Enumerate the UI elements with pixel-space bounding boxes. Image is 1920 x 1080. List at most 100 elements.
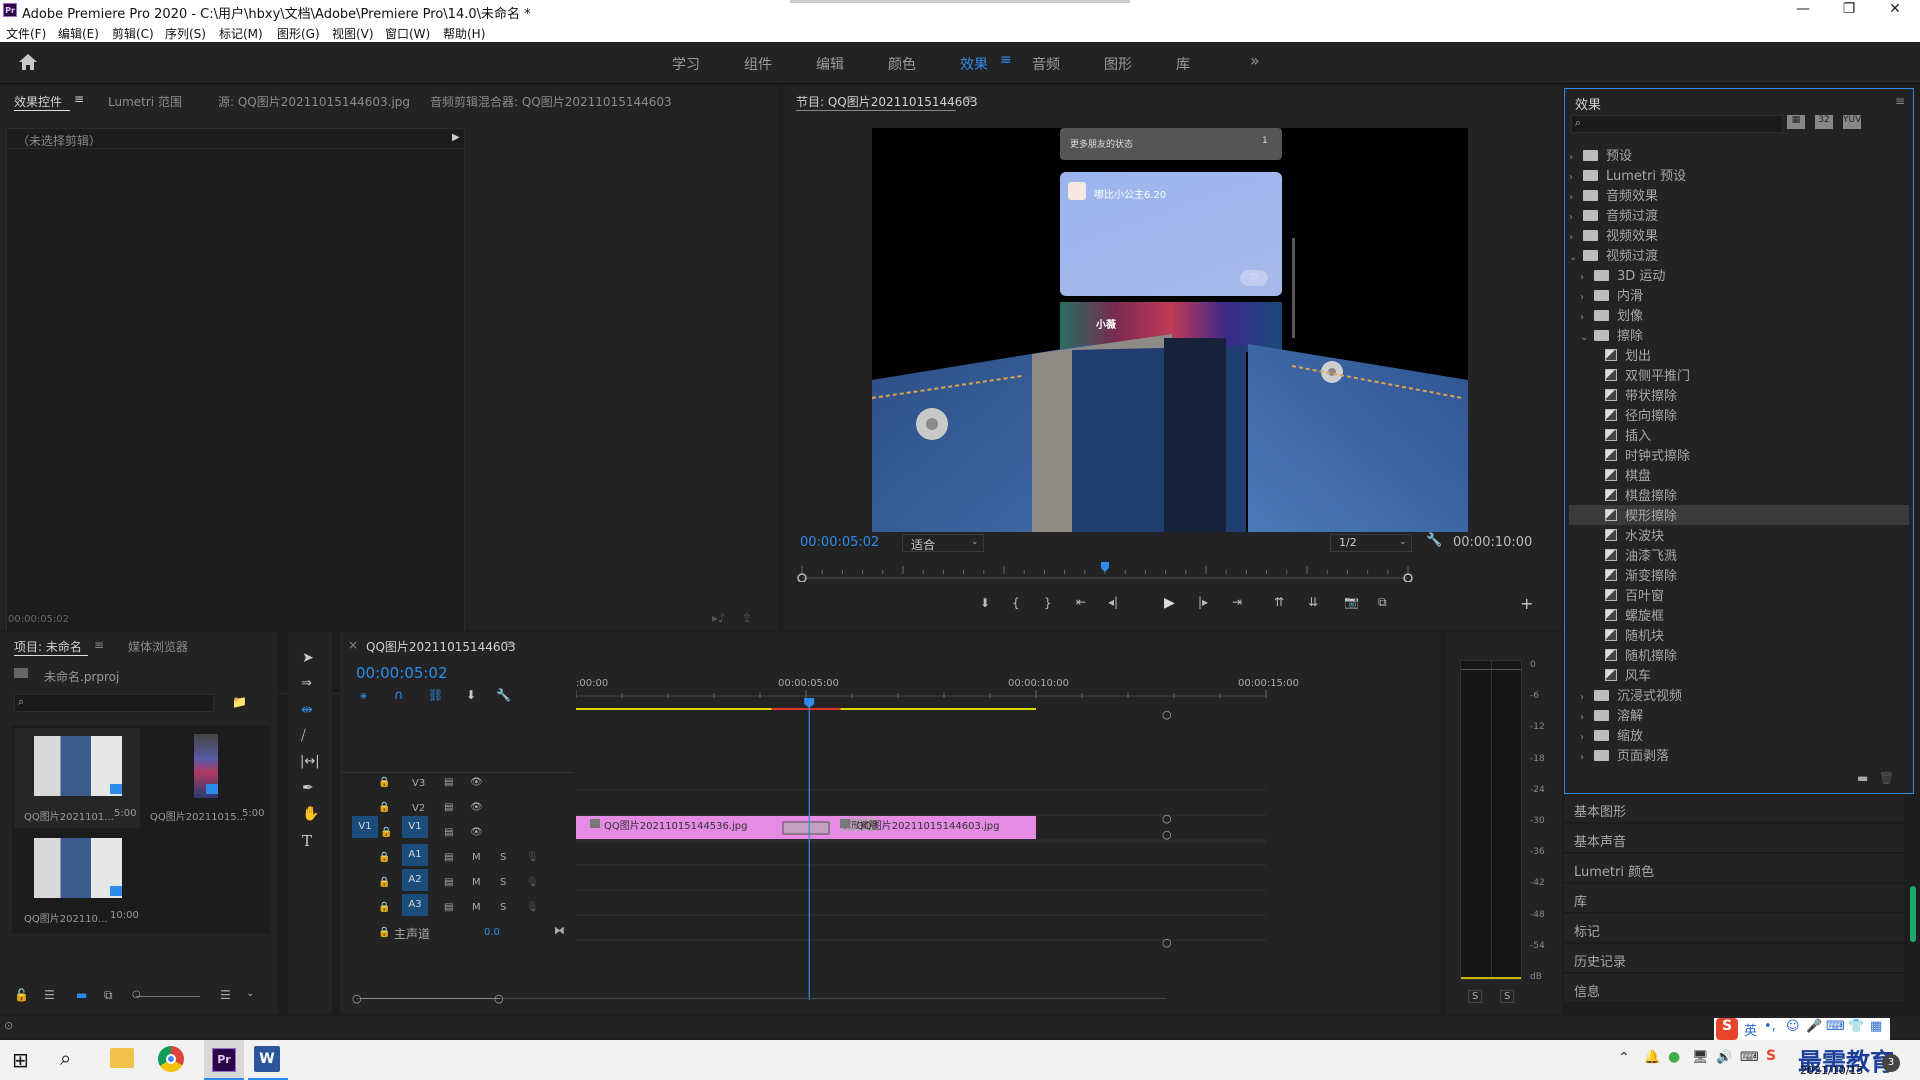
workspace-tab-libraries[interactable]: 库 <box>1176 54 1190 74</box>
project-item[interactable]: QQ图片202110... 10:00 <box>14 830 140 930</box>
toggle-output-eye-icon[interactable]: 👁 <box>470 802 483 813</box>
menu-marker[interactable]: 标记(M) <box>219 25 263 42</box>
tray-security-icon[interactable]: ● <box>1668 1049 1680 1065</box>
project-menu-icon[interactable]: ≡ <box>94 638 104 652</box>
accelerated-effects-icon[interactable]: ▦ <box>1787 115 1805 129</box>
lock-icon[interactable]: 🔒 <box>378 877 390 888</box>
effect-folder[interactable]: › 溶解 <box>1569 705 1909 725</box>
effect-item[interactable]: 棋盘 <box>1569 465 1909 485</box>
menu-view[interactable]: 视图(V) <box>332 25 374 42</box>
collapsed-panel-header[interactable]: 历史记录 <box>1564 944 1904 973</box>
sync-lock-icon[interactable]: ▤ <box>444 852 453 863</box>
lock-icon[interactable]: 🔒 <box>378 927 390 938</box>
premiere-taskbar-button[interactable]: Pr <box>204 1040 244 1080</box>
ripple-edit-tool-icon[interactable]: ⇹ <box>301 702 313 718</box>
effect-folder[interactable]: › 3D 运动 <box>1569 265 1909 285</box>
chevron-right-icon[interactable]: › <box>1569 192 1583 203</box>
type-tool-icon[interactable]: T <box>302 832 312 850</box>
workspace-tab-color[interactable]: 颜色 <box>888 54 916 74</box>
ime-language[interactable]: 英 <box>1744 1020 1757 1039</box>
project-item[interactable]: QQ图片20211015... 5:00 <box>142 728 268 828</box>
nest-icon[interactable]: ⚹ <box>360 688 367 703</box>
collapsed-panel-header[interactable]: 基本图形 <box>1564 794 1904 823</box>
effect-item[interactable]: 带状擦除 <box>1569 385 1909 405</box>
effect-item[interactable]: 油漆飞溅 <box>1569 545 1909 565</box>
mute-button[interactable]: M <box>472 877 481 888</box>
32bit-effects-icon[interactable]: 32 <box>1815 115 1833 129</box>
new-bin-icon[interactable]: ▬ <box>1857 771 1868 785</box>
mark-out-icon[interactable]: } <box>1044 596 1052 610</box>
linked-selection-icon[interactable]: ⛓ <box>428 688 443 702</box>
sync-lock-icon[interactable]: ▤ <box>444 877 453 888</box>
tab-audio-clip-mixer[interactable]: 音频剪辑混合器: QQ图片20211015144603 <box>430 93 672 110</box>
sequence-tab[interactable]: QQ图片20211015144603 <box>366 638 516 655</box>
zoom-range[interactable] <box>360 998 500 999</box>
menu-sequence[interactable]: 序列(S) <box>165 25 206 42</box>
solo-button[interactable]: S <box>500 877 506 888</box>
sync-lock-icon[interactable]: ▤ <box>444 777 453 788</box>
chevron-right-icon[interactable]: › <box>1569 212 1583 223</box>
effects-search-input[interactable]: ⌕ <box>1571 115 1783 133</box>
effect-folder[interactable]: › 沉浸式视频 <box>1569 685 1909 705</box>
effect-item[interactable]: 风车 <box>1569 665 1909 685</box>
effects-menu-icon[interactable]: ≡ <box>1895 94 1905 108</box>
track-label-a1[interactable]: A1 <box>402 844 428 866</box>
sogou-logo-icon[interactable]: S <box>1716 1018 1738 1040</box>
delete-icon[interactable]: 🗑 <box>1879 771 1894 785</box>
lock-icon[interactable]: 🔒 <box>378 852 390 863</box>
solo-button[interactable]: S <box>500 852 506 863</box>
timeline-timecode[interactable]: 00:00:05:02 <box>356 664 448 682</box>
icon-view-icon[interactable]: ▬ <box>76 988 87 1002</box>
effect-item[interactable]: 渐变擦除 <box>1569 565 1909 585</box>
effect-folder[interactable]: ⌄ 擦除 <box>1569 325 1909 345</box>
solo-left-button[interactable]: S <box>1468 990 1483 1003</box>
menu-window[interactable]: 窗口(W) <box>385 25 430 42</box>
program-timecode[interactable]: 00:00:05:02 <box>800 535 879 550</box>
lock-icon[interactable]: 🔓 <box>14 988 29 1002</box>
hand-tool-icon[interactable]: ✋ <box>302 806 319 822</box>
workspace-tab-graphics[interactable]: 图形 <box>1104 54 1132 74</box>
effect-item[interactable]: 径向擦除 <box>1569 405 1909 425</box>
scroll-handle-icon[interactable]: ○ <box>1162 812 1172 825</box>
tab-media-browser[interactable]: 媒体浏览器 <box>128 638 188 655</box>
timeline-playhead[interactable] <box>804 698 815 708</box>
file-explorer-icon[interactable] <box>110 1048 134 1068</box>
chevron-right-icon[interactable]: › <box>1580 272 1594 283</box>
program-menu-icon[interactable]: ≡ <box>964 92 974 106</box>
chevron-right-icon[interactable]: › <box>1580 692 1594 703</box>
toggle-output-eye-icon[interactable]: 👁 <box>470 777 483 788</box>
source-patch-v1[interactable]: V1 <box>352 816 378 838</box>
effect-item[interactable]: 水波块 <box>1569 525 1909 545</box>
filter-clips-icon[interactable]: ▸♪ <box>712 611 726 625</box>
close-sequence-icon[interactable]: × <box>348 638 358 652</box>
effect-folder[interactable]: › 页面剥落 <box>1569 745 1909 765</box>
track-label-a2[interactable]: A2 <box>402 869 428 891</box>
freeform-view-icon[interactable]: ⧉ <box>104 988 113 1003</box>
comparison-view-icon[interactable]: ⧉ <box>1378 595 1387 610</box>
zoom-slider-handle-icon[interactable]: ○ <box>132 989 141 1000</box>
lock-icon[interactable]: 🔒 <box>378 802 390 813</box>
menu-edit[interactable]: 编辑(E) <box>58 25 99 42</box>
maximize-button[interactable]: ❐ <box>1826 1 1872 21</box>
scrollbar-thumb[interactable] <box>1910 886 1916 942</box>
timeline-menu-icon[interactable]: ≡ <box>504 637 514 651</box>
solo-right-button[interactable]: S <box>1500 990 1515 1003</box>
program-time-ruler[interactable] <box>796 562 1562 582</box>
menu-clip[interactable]: 剪辑(C) <box>112 25 154 42</box>
tab-project[interactable]: 项目: 未命名 <box>14 638 82 655</box>
workspace-tab-learn[interactable]: 学习 <box>672 54 700 74</box>
new-bin-from-search-icon[interactable]: 📁 <box>232 695 247 709</box>
effect-item[interactable]: 时钟式擦除 <box>1569 445 1909 465</box>
export-frame-icon[interactable]: ⇪ <box>742 611 752 625</box>
effect-folder[interactable]: › 预设 <box>1569 145 1909 165</box>
chevron-down-icon[interactable]: ⌄ <box>1580 332 1594 343</box>
chevron-right-icon[interactable]: › <box>1580 732 1594 743</box>
timeline-tracks-area[interactable] <box>576 690 1276 1000</box>
scroll-handle-icon[interactable]: ○ <box>1162 828 1172 841</box>
resolution-dropdown[interactable]: 1/2 ⌄ <box>1330 534 1412 552</box>
add-marker-icon[interactable]: ⬇ <box>980 596 990 610</box>
step-back-icon[interactable]: ◂| <box>1108 595 1118 609</box>
workspace-tab-audio[interactable]: 音频 <box>1032 54 1060 74</box>
effect-folder[interactable]: › 内滑 <box>1569 285 1909 305</box>
workspace-menu-icon[interactable]: ≡ <box>1000 52 1012 68</box>
